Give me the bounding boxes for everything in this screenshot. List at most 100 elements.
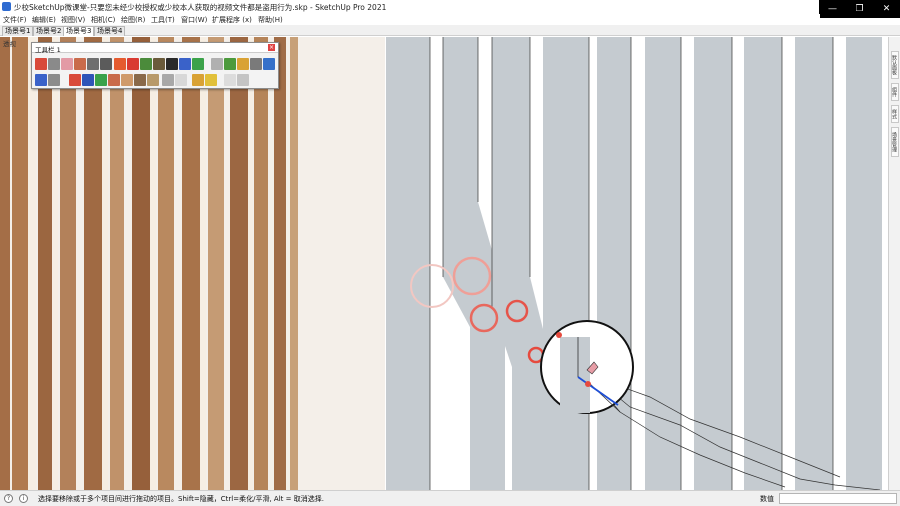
restore-button[interactable]: ❐ [846, 0, 873, 18]
cursor-dot [556, 332, 562, 338]
wood-slat [230, 37, 248, 490]
flip-icon[interactable] [82, 74, 94, 86]
scale-icon[interactable] [95, 74, 107, 86]
wood-gap [200, 37, 206, 490]
wood-slat [84, 37, 102, 490]
zoom-extents-icon[interactable] [192, 74, 204, 86]
menu-draw[interactable]: 绘图(R) [121, 15, 145, 25]
tray-tab-scenes[interactable]: 场景管理 [891, 127, 899, 157]
board [694, 37, 732, 490]
tray-tab-components[interactable]: 组件 [891, 83, 899, 101]
scene-tabs: 场景号1 场景号2 场景号3 场景号4 [0, 25, 900, 36]
tool-palette-close-button[interactable]: × [268, 44, 275, 51]
help-icon[interactable]: ? [4, 494, 13, 503]
lens-board [560, 337, 590, 413]
follow-me-icon[interactable] [140, 58, 152, 70]
window-title: 少校SketchUp微课堂-只要您未经少校授权或少校本人获取的视频文件都是盗用行… [14, 3, 387, 12]
window-controls: — ❐ ✕ [819, 0, 900, 18]
menu-help[interactable]: 帮助(H) [258, 15, 283, 25]
tool-palette-titlebar[interactable]: 工具栏 1 × [32, 43, 278, 54]
style-icon[interactable] [205, 74, 217, 86]
wood-slat [274, 37, 286, 490]
board [543, 37, 589, 490]
offset-icon[interactable] [153, 58, 165, 70]
board [846, 37, 882, 490]
orbit-icon[interactable] [250, 58, 262, 70]
protractor-icon[interactable] [179, 58, 191, 70]
board [386, 37, 430, 490]
tool-palette[interactable]: 工具栏 1 × [31, 42, 279, 89]
wood-slat [254, 37, 268, 490]
wood-slat [38, 37, 52, 490]
component-icon[interactable] [35, 74, 47, 86]
status-hint: 选择要移除或于多个项目间进行拖动的项目。Shift=隐藏，Ctrl=柔化/平滑,… [38, 495, 324, 503]
model-viewport[interactable]: 透视 [0, 37, 888, 490]
viewport-canvas [0, 37, 882, 490]
tray-tab-default[interactable]: 默认面板 [891, 51, 899, 79]
menu-camera[interactable]: 相机(C) [91, 15, 115, 25]
menu-extensions[interactable]: 扩展程序 (x) [212, 15, 252, 25]
wood-gap [248, 37, 253, 490]
cursor-dot [585, 381, 591, 387]
wood-slat [182, 37, 200, 490]
wood-slat [290, 37, 298, 490]
wood-slat [12, 37, 28, 490]
wood-gap [28, 37, 36, 490]
section-icon[interactable] [237, 58, 249, 70]
scene-tab-1[interactable]: 场景号1 [2, 26, 34, 36]
board [744, 37, 782, 490]
freehand-icon[interactable] [69, 74, 81, 86]
smoove-icon[interactable] [121, 74, 133, 86]
perspective-label: 透视 [3, 40, 16, 48]
scene-tab-3[interactable]: 场景号3 [63, 26, 95, 36]
status-bar: ? i 选择要移除或于多个项目间进行拖动的项目。Shift=隐藏，Ctrl=柔化… [0, 490, 900, 506]
wood-slat [60, 37, 76, 490]
menu-file[interactable]: 文件(F) [3, 15, 27, 25]
add-detail-icon[interactable] [162, 74, 174, 86]
wood-gap [150, 37, 156, 490]
paint-icon[interactable] [74, 58, 86, 70]
menu-window[interactable]: 窗口(W) [181, 15, 207, 25]
minimize-button[interactable]: — [819, 0, 846, 18]
push-pull-icon[interactable] [114, 58, 126, 70]
menu-view[interactable]: 视图(V) [61, 15, 85, 25]
layers-icon[interactable] [224, 74, 236, 86]
title-bar: 少校SketchUp微课堂-只要您未经少校授权或少校本人获取的视频文件都是盗用行… [0, 0, 900, 14]
rectangle-icon[interactable] [100, 58, 112, 70]
flip-edge-icon[interactable] [175, 74, 187, 86]
materials-icon[interactable] [237, 74, 249, 86]
close-button[interactable]: ✕ [873, 0, 900, 18]
wood-slat [208, 37, 224, 490]
dimension-icon[interactable] [211, 58, 223, 70]
move-icon[interactable] [127, 58, 139, 70]
wood-slat [132, 37, 150, 490]
axes-icon[interactable] [192, 58, 204, 70]
info-icon[interactable]: i [19, 494, 28, 503]
wood-gap [102, 37, 108, 490]
board [597, 37, 631, 490]
eraser-icon[interactable] [61, 58, 73, 70]
group-icon[interactable] [48, 74, 60, 86]
sandbox-icon[interactable] [108, 74, 120, 86]
drape-icon[interactable] [147, 74, 159, 86]
scene-tab-4[interactable]: 场景号4 [94, 26, 126, 36]
wood-slat [0, 37, 10, 490]
pan-icon[interactable] [263, 58, 275, 70]
menu-edit[interactable]: 编辑(E) [32, 15, 56, 25]
scene-tab-2[interactable]: 场景号2 [33, 26, 65, 36]
rotate-icon[interactable] [87, 58, 99, 70]
tray-tab-styles[interactable]: 样式 [891, 105, 899, 123]
select-icon[interactable] [35, 58, 47, 70]
wood-slat [158, 37, 174, 490]
wood-gap [52, 37, 58, 490]
tape-icon[interactable] [166, 58, 178, 70]
sketchup-logo-icon [2, 2, 11, 11]
text-icon[interactable] [224, 58, 236, 70]
magnifier-lens [540, 320, 634, 414]
menu-tools[interactable]: 工具(T) [151, 15, 175, 25]
measurements-label: 数值 [760, 495, 774, 503]
measurements-input[interactable] [779, 493, 897, 504]
board [645, 37, 681, 490]
stamp-icon[interactable] [134, 74, 146, 86]
arc-icon[interactable] [48, 58, 60, 70]
